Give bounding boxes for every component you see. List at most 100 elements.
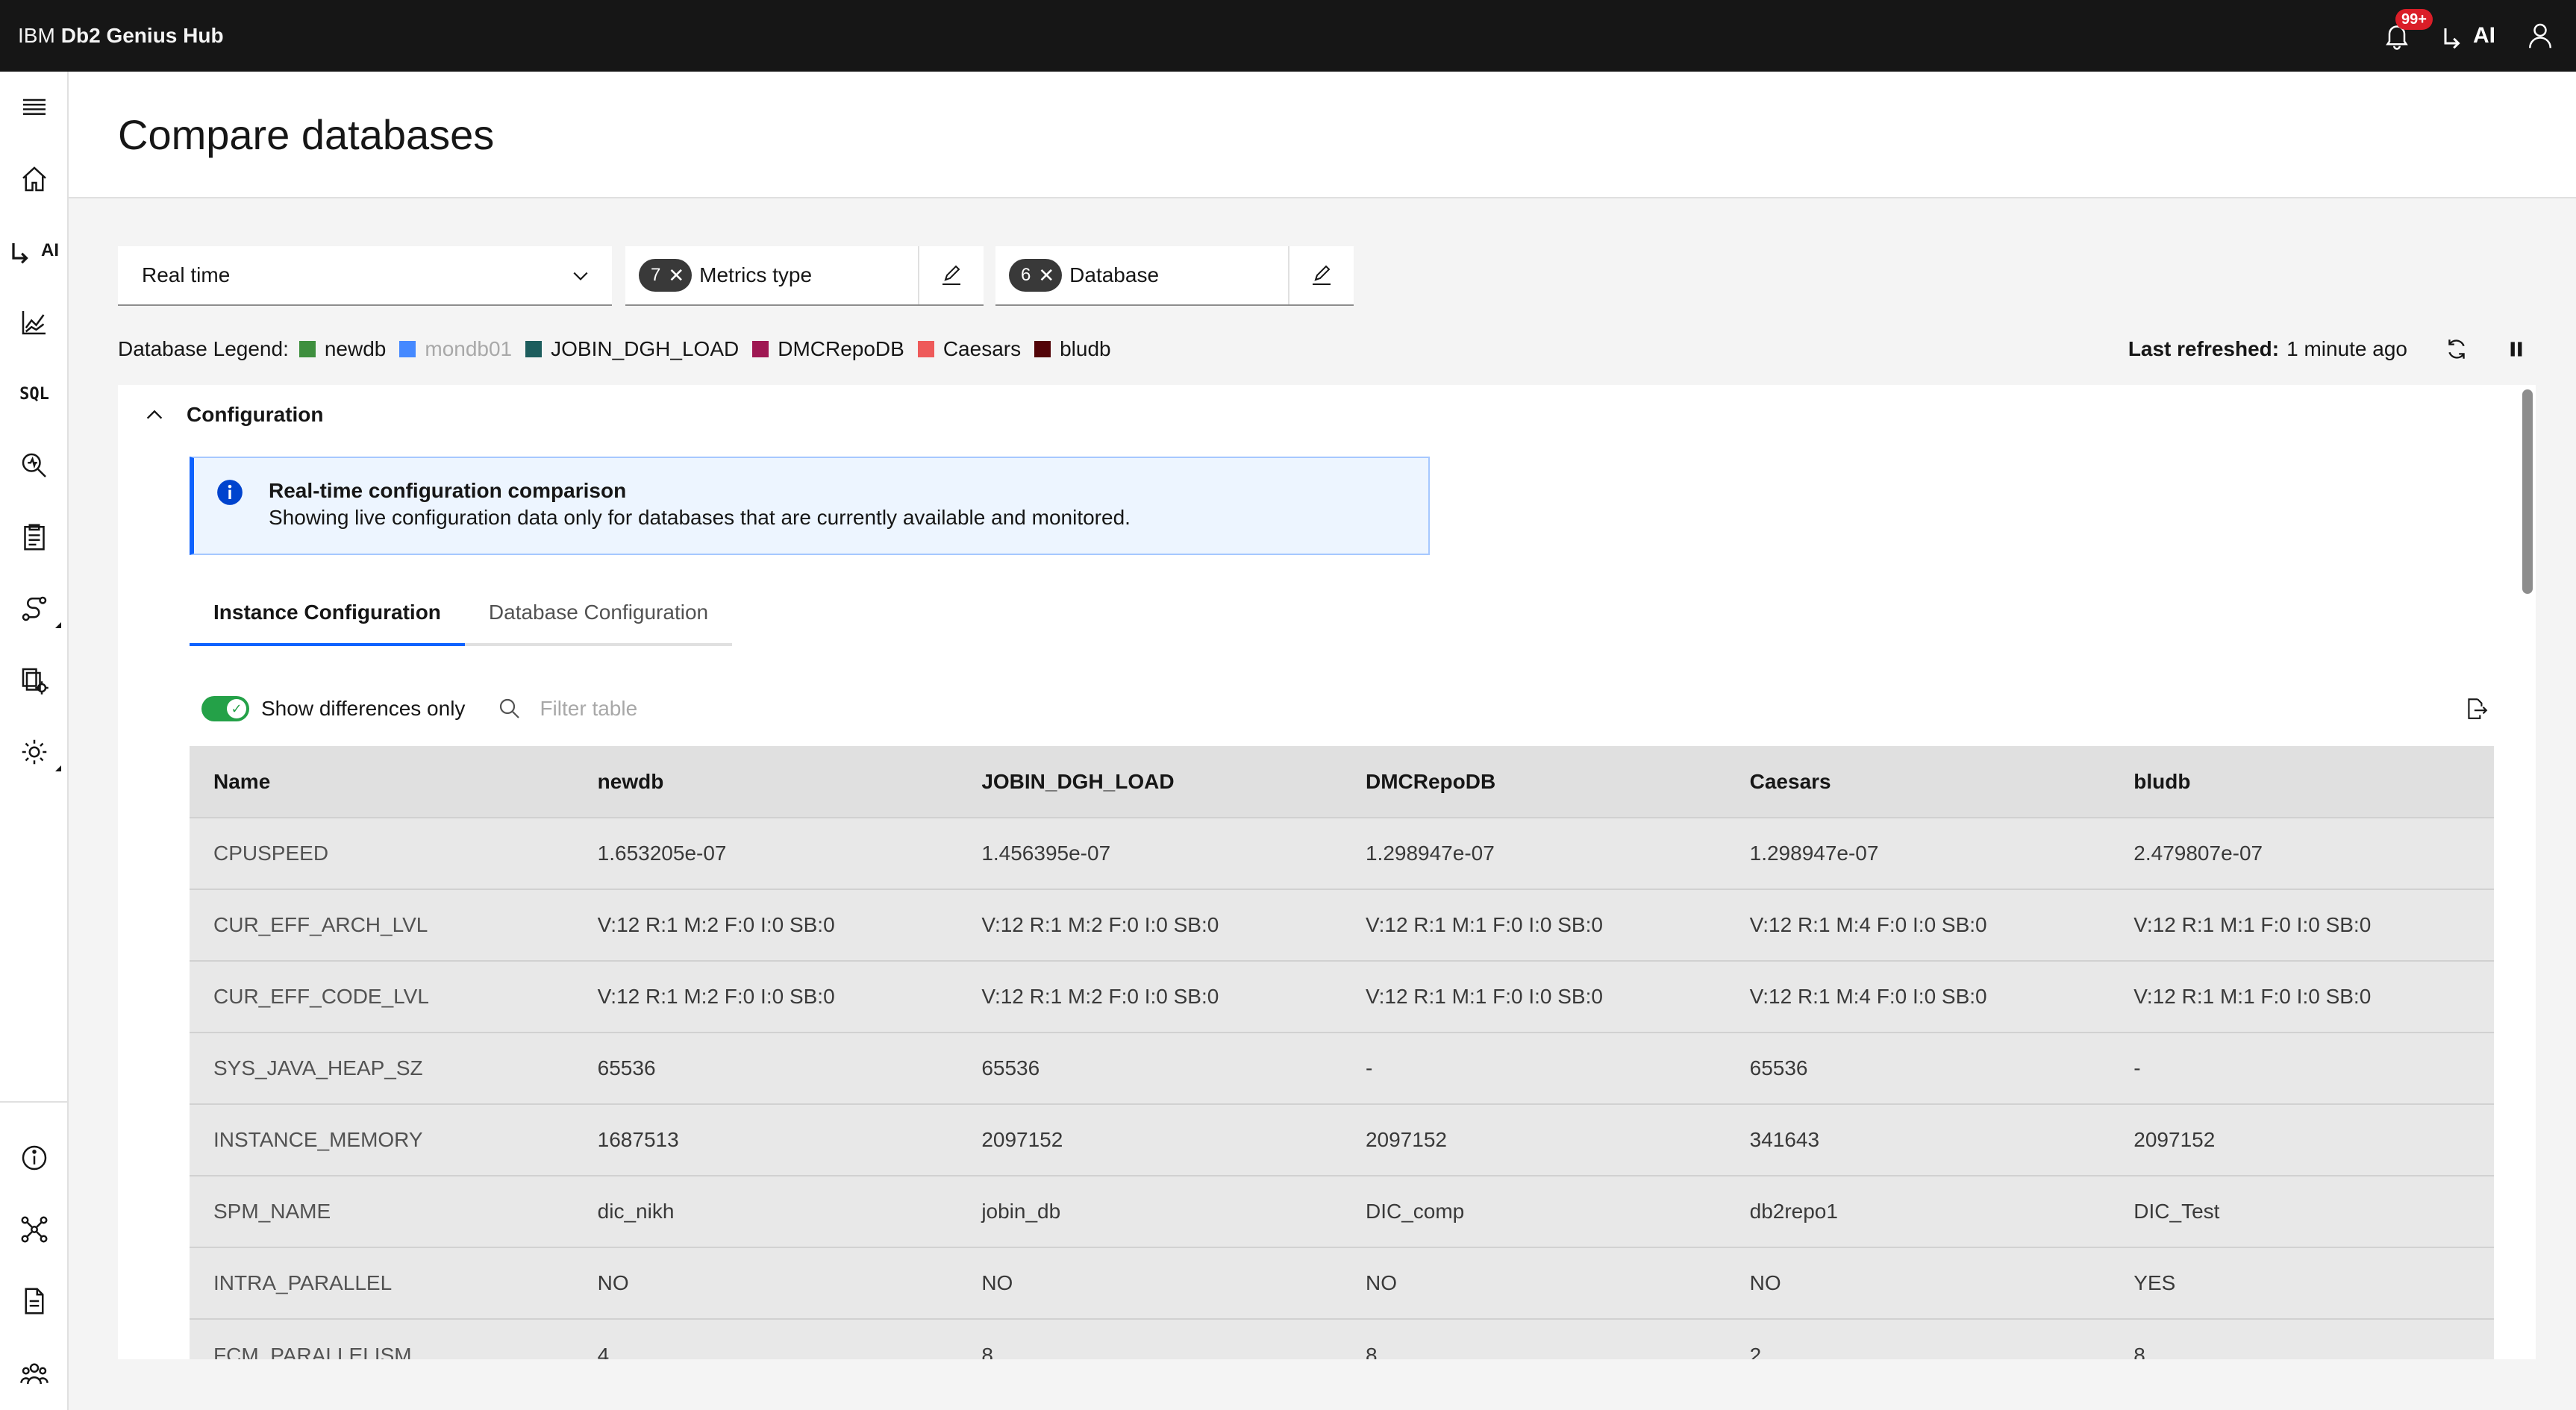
nav-users[interactable] xyxy=(0,1337,69,1409)
table-header: Name newdb JOBIN_DGH_LOAD DMCRepoDB Caes… xyxy=(190,746,2494,818)
clear-metrics-icon[interactable]: ✕ xyxy=(668,266,684,285)
legend-swatch xyxy=(752,341,769,357)
topology-icon xyxy=(21,1216,48,1243)
nav-home[interactable] xyxy=(0,143,69,215)
column-header-newdb[interactable]: newdb xyxy=(573,746,958,818)
column-header-name[interactable]: Name xyxy=(190,746,574,818)
tab-instance-configuration[interactable]: Instance Configuration xyxy=(190,582,465,646)
column-header-dmcrepodb[interactable]: DMCRepoDB xyxy=(1341,746,1726,818)
ai-assistant-button[interactable]: AI xyxy=(2433,0,2504,72)
legend-item-jobin-dgh-load[interactable]: JOBIN_DGH_LOAD xyxy=(525,337,739,361)
nav-documentation[interactable] xyxy=(0,1265,69,1337)
configuration-panel: Configuration Real-time configuration co… xyxy=(118,385,2518,1359)
column-header-caesars[interactable]: Caesars xyxy=(1725,746,2110,818)
table-cell: V:12 R:1 M:1 F:0 I:0 SB:0 xyxy=(1341,889,1726,961)
table-cell: 65536 xyxy=(573,1032,958,1104)
table-cell: NO xyxy=(957,1247,1342,1319)
show-differences-toggle[interactable]: ✓ xyxy=(201,696,249,721)
table-cell: FCM_PARALLELISM xyxy=(190,1318,574,1359)
table-cell: 2.479807e-07 xyxy=(2110,817,2494,889)
top-header: IBM Db2 Genius Hub 99+ AI xyxy=(0,0,2576,72)
legend-item-dmcrepodb[interactable]: DMCRepoDB xyxy=(752,337,904,361)
nav-query-search[interactable] xyxy=(0,430,69,501)
edit-databases-button[interactable] xyxy=(1288,246,1354,304)
table-cell: NO xyxy=(1341,1247,1726,1319)
refresh-button[interactable] xyxy=(2427,322,2486,376)
column-header-jobin-dgh-load[interactable]: JOBIN_DGH_LOAD xyxy=(957,746,1342,818)
clear-databases-icon[interactable]: ✕ xyxy=(1038,266,1054,285)
refresh-icon xyxy=(2448,339,2465,359)
clipboard-icon xyxy=(24,524,45,551)
table-row: FCM_PARALLELISM 4 8 8 2 8 xyxy=(190,1318,2494,1359)
tab-database-configuration[interactable]: Database Configuration xyxy=(464,582,733,646)
table-cell: DIC_comp xyxy=(1341,1175,1726,1247)
column-header-bludb[interactable]: bludb xyxy=(2110,746,2494,818)
table-cell: V:12 R:1 M:2 F:0 I:0 SB:0 xyxy=(957,889,1342,961)
table-cell: jobin_db xyxy=(957,1175,1342,1247)
document-icon xyxy=(25,1288,44,1315)
brand-name: Db2 Genius Hub xyxy=(60,24,224,47)
table-cell: 8 xyxy=(957,1318,1342,1359)
nav-settings[interactable] xyxy=(0,716,69,788)
metrics-type-filter[interactable]: 7 ✕ Metrics type xyxy=(625,246,984,306)
table-header-row: Name newdb JOBIN_DGH_LOAD DMCRepoDB Caes… xyxy=(190,746,2494,818)
table-cell: 8 xyxy=(2110,1318,2494,1359)
legend-label: Caesars xyxy=(942,337,1022,360)
table-cell: db2repo1 xyxy=(1725,1175,2110,1247)
table-cell: 65536 xyxy=(1725,1032,2110,1104)
nav-sql[interactable]: SQL xyxy=(0,358,69,430)
filter-table-input[interactable] xyxy=(540,697,988,721)
app-brand[interactable]: IBM Db2 Genius Hub xyxy=(18,24,224,48)
sql-icon: SQL xyxy=(19,384,49,404)
export-button[interactable] xyxy=(2458,691,2494,727)
time-range-dropdown[interactable]: Real time xyxy=(118,246,612,306)
table-cell: V:12 R:1 M:2 F:0 I:0 SB:0 xyxy=(957,960,1342,1033)
notifications-button[interactable]: 99+ xyxy=(2361,0,2433,72)
legend-item-mondb01[interactable]: mondb01 xyxy=(399,337,512,361)
edit-metrics-button[interactable] xyxy=(918,246,984,304)
search-icon xyxy=(500,698,520,718)
database-legend: Database Legend: newdb mondb01 JOBIN_DGH… xyxy=(118,334,1125,364)
table-row: CUR_EFF_CODE_LVL V:12 R:1 M:2 F:0 I:0 SB… xyxy=(190,960,2494,1033)
ai-assist-icon: AI xyxy=(2442,21,2495,51)
nav-reports[interactable] xyxy=(0,501,69,573)
pause-button[interactable] xyxy=(2486,322,2546,376)
table-cell: V:12 R:1 M:4 F:0 I:0 SB:0 xyxy=(1725,889,2110,961)
nav-monitoring[interactable] xyxy=(0,286,69,358)
notice-title: Real-time configuration comparison xyxy=(269,479,627,502)
nav-info[interactable] xyxy=(0,1122,69,1194)
table-cell: 1.298947e-07 xyxy=(1725,817,2110,889)
legend-item-bludb[interactable]: bludb xyxy=(1034,337,1111,361)
table-row: SYS_JAVA_HEAP_SZ 65536 65536 - 65536 - xyxy=(190,1032,2494,1104)
configuration-accordion-header[interactable]: Configuration xyxy=(118,385,2518,445)
table-row: SPM_NAME dic_nikh jobin_db DIC_comp db2r… xyxy=(190,1175,2494,1247)
refresh-status: Last refreshed: 1 minute ago xyxy=(2128,322,2576,376)
panel-scrollbar-thumb[interactable] xyxy=(2522,389,2533,594)
notice-body: Showing live configuration data only for… xyxy=(269,506,1131,529)
database-count-tag[interactable]: 6 ✕ xyxy=(1009,259,1063,292)
nav-database-settings[interactable] xyxy=(0,645,69,716)
user-icon xyxy=(2529,23,2551,48)
nav-topology[interactable] xyxy=(0,1194,69,1265)
legend-item-caesars[interactable]: Caesars xyxy=(917,337,1022,361)
table-cell: NO xyxy=(1725,1247,2110,1319)
menu-button[interactable] xyxy=(0,72,69,143)
nav-workflow[interactable] xyxy=(0,573,69,645)
table-cell: 2097152 xyxy=(2110,1103,2494,1176)
nav-ai-assist[interactable]: AI xyxy=(0,215,69,286)
checkmark-icon: ✓ xyxy=(227,699,246,718)
table-cell: V:12 R:1 M:1 F:0 I:0 SB:0 xyxy=(2110,889,2494,961)
legend-label: newdb xyxy=(324,337,387,360)
table-cell: YES xyxy=(2110,1247,2494,1319)
metrics-count-tag[interactable]: 7 ✕ xyxy=(639,259,693,292)
gear-icon xyxy=(22,739,47,765)
ai-label: AI xyxy=(2473,23,2495,48)
brand-prefix: IBM xyxy=(18,24,55,47)
user-profile-button[interactable] xyxy=(2504,0,2576,72)
last-refreshed-value: 1 minute ago xyxy=(2286,337,2407,360)
show-differences-label: Show differences only xyxy=(261,697,466,720)
database-filter[interactable]: 6 ✕ Database xyxy=(995,246,1354,306)
legend-item-newdb[interactable]: newdb xyxy=(298,337,387,361)
table-cell: 1.298947e-07 xyxy=(1341,817,1726,889)
last-refreshed-label: Last refreshed: xyxy=(2128,337,2280,360)
